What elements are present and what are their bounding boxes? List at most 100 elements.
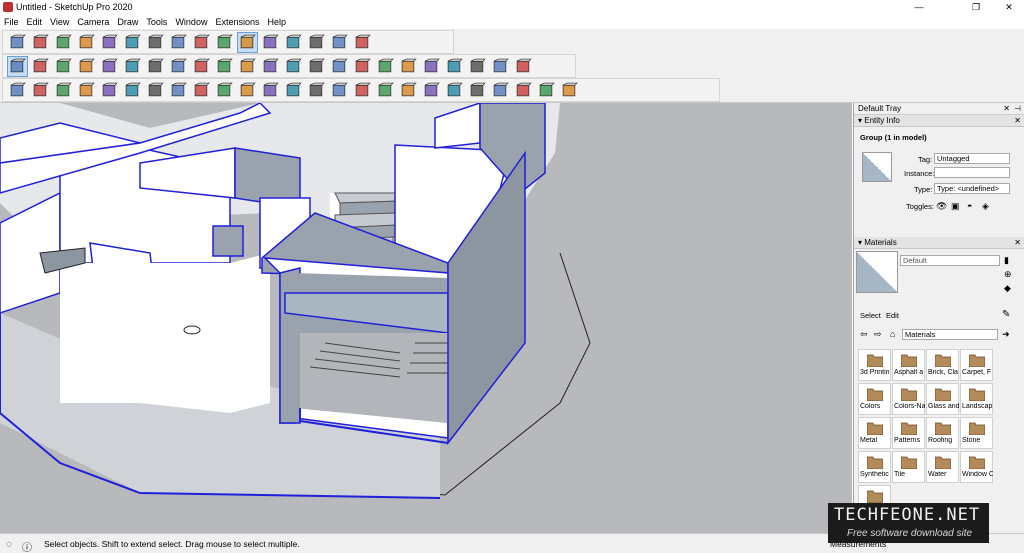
cast-shadows-icon[interactable]: ◈ (982, 201, 989, 212)
lock-toggle-icon[interactable]: ▣ (951, 201, 960, 212)
pencil-icon[interactable] (53, 56, 74, 77)
material-category[interactable]: Metal (858, 417, 891, 449)
eraser-icon[interactable] (30, 56, 51, 77)
current-material-swatch[interactable] (856, 251, 898, 293)
material-category[interactable]: Roofing (926, 417, 959, 449)
material-category[interactable]: Glass and (926, 383, 959, 415)
share-model-icon[interactable] (352, 32, 373, 53)
default-material-icon[interactable]: ◆ (1004, 283, 1011, 294)
scale-icon[interactable] (237, 56, 258, 77)
ext-warehouse-icon[interactable] (329, 32, 350, 53)
wireframe-icon[interactable] (191, 32, 212, 53)
material-category[interactable]: Asphalt a (892, 349, 925, 381)
zoom-icon[interactable] (398, 56, 419, 77)
type-select[interactable]: Type: <undefined> (934, 183, 1010, 194)
entity-info-header[interactable]: ▾ Entity Info ✕ (854, 115, 1024, 127)
outer-shell-icon[interactable] (421, 80, 442, 101)
material-category[interactable]: Patterns (892, 417, 925, 449)
materials-header[interactable]: ▾ Materials ✕ (854, 237, 1024, 249)
back-view-icon[interactable] (99, 32, 120, 53)
monochrome-icon[interactable] (283, 32, 304, 53)
outliner-icon[interactable] (467, 56, 488, 77)
dimension-icon[interactable] (375, 56, 396, 77)
material-category[interactable]: Tile (892, 451, 925, 483)
stamp-icon[interactable] (76, 80, 97, 101)
left-view-icon[interactable] (122, 32, 143, 53)
menu-file[interactable]: File (0, 15, 23, 29)
push-pull-icon[interactable] (145, 56, 166, 77)
maximize-button[interactable]: ❐ (961, 0, 991, 15)
instance-input[interactable] (934, 167, 1010, 178)
account-icon[interactable] (513, 56, 534, 77)
home-icon[interactable]: ⌂ (890, 329, 895, 339)
iso-view-icon[interactable] (7, 32, 28, 53)
material-category[interactable]: Stone (960, 417, 993, 449)
instructor-icon[interactable] (490, 56, 511, 77)
axes-icon[interactable] (352, 56, 373, 77)
tag-select[interactable]: Untagged (934, 153, 1010, 164)
union-icon[interactable] (467, 80, 488, 101)
position-camera-icon[interactable] (214, 80, 235, 101)
tray-pin-icon[interactable]: ⊣ (1014, 103, 1021, 115)
instructor-info-icon[interactable]: ⓘ (22, 539, 32, 553)
tape-measure-icon[interactable] (283, 56, 304, 77)
tab-select[interactable]: Select (860, 311, 881, 320)
hand-cursor-icon[interactable] (559, 80, 580, 101)
menu-camera[interactable]: Camera (73, 15, 113, 29)
display-sections-icon[interactable] (260, 80, 281, 101)
material-category[interactable]: Landscap (960, 383, 993, 415)
sandbox-from-scratch-icon[interactable] (30, 80, 51, 101)
smoove-icon[interactable] (53, 80, 74, 101)
material-category[interactable]: Water (926, 451, 959, 483)
material-category[interactable]: 3d Printin (858, 349, 891, 381)
arc-icon[interactable] (76, 56, 97, 77)
visibility-toggle-icon[interactable]: 👁 (936, 201, 947, 212)
shaded-icon[interactable] (237, 31, 258, 53)
shadows-icon[interactable] (306, 80, 327, 101)
material-name-field[interactable]: Default (900, 255, 1000, 266)
menu-extensions[interactable]: Extensions (211, 15, 263, 29)
split-icon[interactable] (536, 80, 557, 101)
flip-edge-icon[interactable] (145, 80, 166, 101)
move-icon[interactable] (191, 56, 212, 77)
2d-view-icon[interactable] (352, 80, 373, 101)
zoom-extents-icon[interactable] (421, 56, 442, 77)
front-view-icon[interactable] (53, 32, 74, 53)
walk-icon[interactable] (168, 80, 189, 101)
material-category[interactable]: Colors (858, 383, 891, 415)
back-edges-icon[interactable] (168, 32, 189, 53)
material-category[interactable]: Brick, Cla (926, 349, 959, 381)
forward-arrow-icon[interactable]: ⇨ (874, 329, 882, 340)
rotate-icon[interactable] (214, 56, 235, 77)
3d-warehouse-icon[interactable] (375, 80, 396, 101)
material-category[interactable]: Synthetic (858, 451, 891, 483)
menu-draw[interactable]: Draw (113, 15, 142, 29)
drape-icon[interactable] (99, 80, 120, 101)
fog-icon[interactable] (329, 80, 350, 101)
display-secondary-icon[interactable]: ▮ (1004, 255, 1009, 266)
material-swatch[interactable] (862, 152, 892, 182)
sandbox-from-contours-icon[interactable] (7, 80, 28, 101)
menu-help[interactable]: Help (263, 15, 290, 29)
section-plane-icon[interactable] (444, 56, 465, 77)
entity-info-close-icon[interactable]: ✕ (1014, 115, 1021, 127)
solid-tools-icon[interactable] (398, 80, 419, 101)
add-detail-icon[interactable] (122, 80, 143, 101)
paint-bucket-icon[interactable] (122, 56, 143, 77)
minimize-button[interactable]: — (904, 0, 934, 15)
library-select[interactable]: Materials (902, 329, 998, 340)
xray-icon[interactable] (145, 32, 166, 53)
menu-tools[interactable]: Tools (142, 15, 171, 29)
tab-edit[interactable]: Edit (886, 311, 899, 320)
receive-shadows-icon[interactable]: ◓ (967, 201, 972, 211)
material-category[interactable]: Colors-Na (892, 383, 925, 415)
material-category[interactable]: Window C (960, 451, 993, 483)
offset-icon[interactable] (260, 56, 281, 77)
select-icon[interactable] (7, 55, 28, 77)
menu-view[interactable]: View (46, 15, 73, 29)
menu-window[interactable]: Window (171, 15, 211, 29)
material-category[interactable]: Carpet, F (960, 349, 993, 381)
look-around-icon[interactable] (191, 80, 212, 101)
details-arrow-icon[interactable]: ➜ (1002, 329, 1010, 340)
sample-paint-icon[interactable]: ✎ (1002, 309, 1010, 320)
